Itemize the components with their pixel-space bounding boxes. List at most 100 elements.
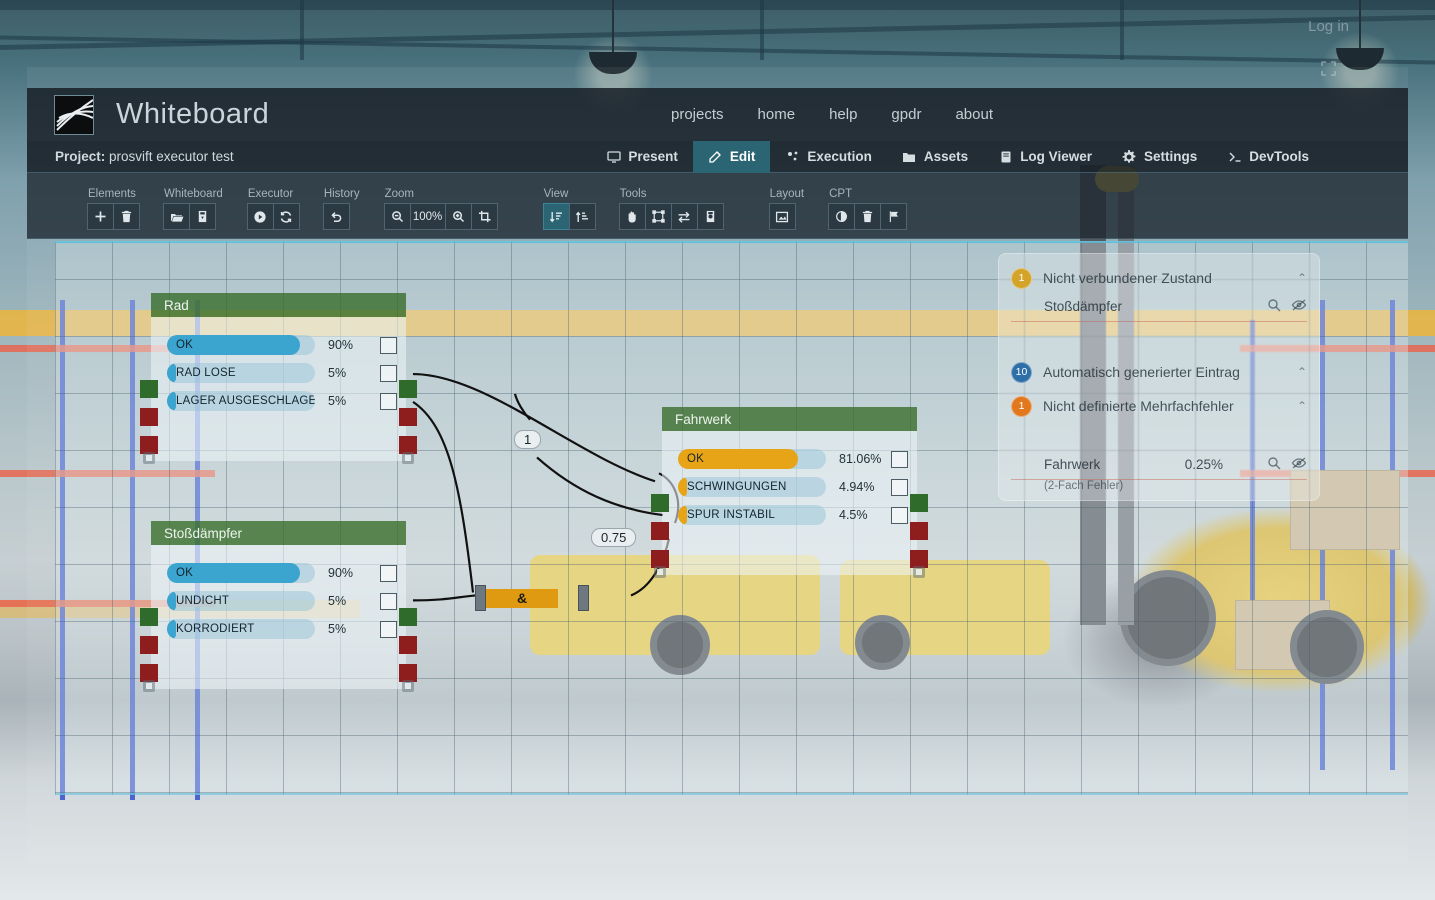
issue-group-header[interactable]: 1 Nicht definierte Mehrfachfehler ⌃ (1011, 392, 1307, 420)
chevron-up-icon[interactable]: ⌃ (1297, 365, 1307, 379)
state-checkbox[interactable] (380, 364, 397, 382)
state-row[interactable]: RAD LOSE 5% (151, 359, 406, 387)
state-row[interactable]: OK 90% (151, 331, 406, 359)
tab-execution[interactable]: Execution (770, 141, 887, 173)
undo-icon[interactable] (322, 203, 350, 230)
issues-side-panel[interactable]: 1 Nicht verbundener Zustand ⌃ Stoßdämpfe… (998, 253, 1320, 501)
state-checkbox[interactable] (891, 450, 908, 468)
document-lock-icon[interactable] (696, 203, 724, 230)
edge-label-1[interactable]: 1 (514, 430, 542, 449)
node-rad-header[interactable]: Rad (151, 293, 406, 317)
state-row[interactable]: OK 81.06% (662, 445, 917, 473)
state-checkbox[interactable] (891, 506, 908, 524)
tab-devtools[interactable]: DevTools (1212, 141, 1324, 173)
issue-group-header[interactable]: 1 Nicht verbundener Zustand ⌃ (1011, 264, 1307, 292)
node-port-in-ok[interactable] (140, 380, 158, 398)
plus-icon[interactable] (87, 203, 114, 230)
node-fahrwerk-header[interactable]: Fahrwerk (662, 407, 917, 431)
and-gate[interactable]: & (475, 585, 589, 611)
node-stossdaempfer-header[interactable]: Stoßdämpfer (151, 521, 406, 545)
hand-pan-icon[interactable] (618, 203, 646, 230)
resize-handle-right[interactable] (401, 679, 415, 693)
nav-link-about[interactable]: about (955, 106, 993, 123)
select-frame-icon[interactable] (644, 203, 672, 230)
sort-ascending-icon[interactable] (568, 203, 596, 230)
state-row[interactable]: UNDICHT 5% (151, 587, 406, 615)
state-checkbox[interactable] (380, 620, 397, 638)
resize-handle-left[interactable] (142, 679, 156, 693)
play-circle-icon[interactable] (246, 203, 274, 230)
nav-link-gpdr[interactable]: gpdr (891, 106, 921, 123)
resize-handle-right[interactable] (912, 565, 926, 579)
refresh-icon[interactable] (272, 203, 300, 230)
trash-icon[interactable] (854, 203, 882, 230)
fit-to-screen-icon[interactable] (470, 203, 498, 230)
flag-icon[interactable] (880, 203, 908, 230)
contrast-circle-icon[interactable] (828, 203, 856, 230)
tab-log-viewer[interactable]: Log Viewer (983, 141, 1107, 173)
zoom-level-value[interactable]: 100% (409, 203, 446, 230)
state-checkbox[interactable] (380, 592, 397, 610)
nodes-icon (785, 149, 800, 164)
node-port-in-1[interactable] (651, 522, 669, 540)
fullscreen-icon[interactable] (1311, 52, 1345, 84)
gate-output-port[interactable] (578, 585, 589, 611)
folder-open-icon[interactable] (163, 203, 190, 230)
auto-layout-icon[interactable] (768, 203, 796, 230)
login-link[interactable]: Log in (1308, 18, 1349, 35)
state-checkbox[interactable] (380, 392, 397, 410)
sort-descending-icon[interactable] (542, 203, 570, 230)
chevron-up-icon[interactable]: ⌃ (1297, 271, 1307, 285)
node-port-out-ok[interactable] (910, 494, 928, 512)
zoom-in-icon[interactable] (444, 203, 472, 230)
toolbar-group-elements-label: Elements (88, 188, 136, 200)
node-port-out-1[interactable] (399, 408, 417, 426)
search-icon[interactable] (1267, 298, 1281, 315)
node-port-in-1[interactable] (140, 408, 158, 426)
tab-settings[interactable]: Settings (1107, 141, 1212, 173)
node-port-in-1[interactable] (140, 636, 158, 654)
issue-group-title: Nicht verbundener Zustand (1043, 270, 1212, 286)
node-fahrwerk[interactable]: Fahrwerk OK 81.06% SCHWINGUNGEN 4.94% SP… (651, 407, 928, 578)
chevron-up-icon[interactable]: ⌃ (1297, 399, 1307, 413)
state-checkbox[interactable] (380, 336, 397, 354)
nav-link-help[interactable]: help (829, 106, 857, 123)
node-port-out-ok[interactable] (399, 608, 417, 626)
nav-link-home[interactable]: home (758, 106, 796, 123)
toolbar-group-view-label: View (543, 188, 569, 200)
node-port-out-1[interactable] (399, 636, 417, 654)
issue-row[interactable]: Stoßdämpfer (1011, 292, 1307, 322)
issue-group-header[interactable]: 10 Automatisch generierter Eintrag ⌃ (1011, 358, 1307, 386)
node-port-out-ok[interactable] (399, 380, 417, 398)
zoom-out-icon[interactable] (383, 203, 411, 230)
search-icon[interactable] (1267, 456, 1281, 473)
resize-handle-left[interactable] (142, 451, 156, 465)
gate-input-port[interactable] (475, 585, 486, 611)
resize-handle-right[interactable] (401, 451, 415, 465)
swap-arrows-icon[interactable] (670, 203, 698, 230)
edge-label-075[interactable]: 0.75 (591, 528, 637, 547)
node-port-in-ok[interactable] (140, 608, 158, 626)
state-checkbox[interactable] (380, 564, 397, 582)
node-rad[interactable]: Rad OK 90% RAD LOSE 5% LAGER AUSGESCHLAG… (140, 293, 417, 464)
resize-handle-left[interactable] (653, 565, 667, 579)
tab-assets[interactable]: Assets (887, 141, 983, 173)
state-row[interactable]: LAGER AUSGESCHLAGEN 5% (151, 387, 406, 415)
save-file-icon[interactable] (189, 203, 216, 230)
state-row[interactable]: SCHWINGUNGEN 4.94% (662, 473, 917, 501)
nav-link-projects[interactable]: projects (671, 106, 724, 123)
state-label: UNDICHT (176, 595, 230, 607)
tab-edit[interactable]: Edit (692, 140, 771, 173)
tab-present[interactable]: Present (591, 141, 693, 173)
state-row[interactable]: KORRODIERT 5% (151, 615, 406, 643)
state-checkbox[interactable] (891, 478, 908, 496)
node-port-in-ok[interactable] (651, 494, 669, 512)
node-stossdaempfer[interactable]: Stoßdämpfer OK 90% UNDICHT 5% KORRODIERT… (140, 521, 417, 692)
state-row[interactable]: OK 90% (151, 559, 406, 587)
issue-row[interactable]: Fahrwerk 0.25% (1011, 450, 1307, 480)
eye-off-icon[interactable] (1291, 298, 1307, 315)
trash-icon[interactable] (113, 203, 140, 230)
state-row[interactable]: SPUR INSTABIL 4.5% (662, 501, 917, 529)
eye-off-icon[interactable] (1291, 456, 1307, 473)
node-port-out-1[interactable] (910, 522, 928, 540)
